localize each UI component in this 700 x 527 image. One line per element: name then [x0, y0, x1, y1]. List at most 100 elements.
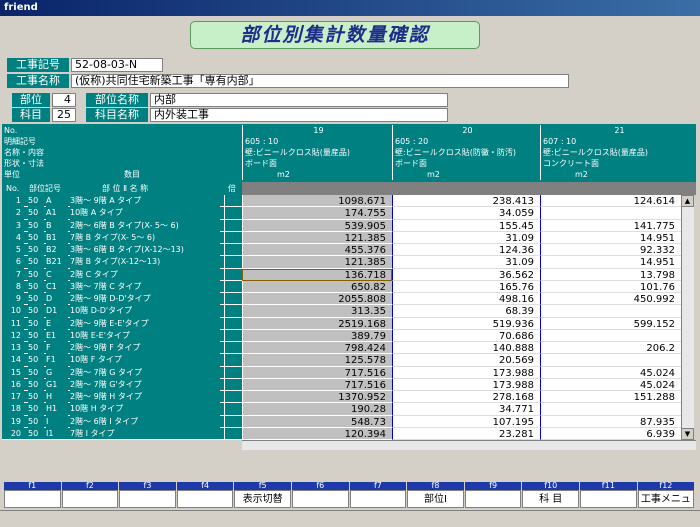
cell-col20[interactable]: 107.195	[392, 415, 540, 428]
cell-col20[interactable]: 124.36	[392, 244, 540, 257]
cell-col19[interactable]: 174.755	[242, 207, 392, 220]
row-bui-name: 2階～ 9階 H タイプ	[70, 390, 220, 402]
fkey-f11-button[interactable]	[580, 490, 637, 508]
cell-col21[interactable]	[540, 403, 681, 416]
fkey-f2-button[interactable]	[61, 490, 119, 508]
cell-col21[interactable]	[540, 305, 681, 318]
cell-col21[interactable]: 92.332	[540, 244, 681, 257]
cell-col21[interactable]: 101.76	[540, 280, 681, 293]
cell-col19[interactable]: 455.376	[242, 244, 392, 257]
cell-col19[interactable]: 313.35	[242, 305, 392, 318]
cell-col19[interactable]: 1098.671	[242, 195, 392, 208]
cell-col20[interactable]: 31.09	[392, 256, 540, 269]
cell-col21[interactable]: 87.935	[540, 415, 681, 428]
cell-col20[interactable]: 68.39	[392, 305, 540, 318]
cell-col19[interactable]: 798.424	[242, 342, 392, 355]
cell-col20[interactable]: 173.988	[392, 366, 540, 379]
cell-col19[interactable]: 548.73	[242, 415, 392, 428]
cell-col19[interactable]: 125.578	[242, 354, 392, 367]
cell-col21[interactable]: 45.024	[540, 378, 681, 391]
cell-col21[interactable]	[540, 354, 681, 367]
cell-col19[interactable]: 2055.808	[242, 293, 392, 306]
row-bui-a: 50	[28, 377, 44, 390]
row-no: 10	[2, 304, 24, 317]
cell-col19[interactable]: 650.82	[242, 280, 392, 293]
cell-col20[interactable]: 519.936	[392, 317, 540, 330]
cell-col20[interactable]: 23.281	[392, 427, 540, 440]
cell-col19[interactable]: 717.516	[242, 366, 392, 379]
scroll-up-arrow-icon[interactable]: ▲	[681, 195, 694, 207]
row-bai	[224, 378, 242, 390]
column-shape-1: ボード面	[242, 158, 392, 169]
koji-kigo-field[interactable]: 52-08-03-N	[71, 58, 163, 72]
cell-col19[interactable]: 190.28	[242, 403, 392, 416]
bui-meisho-field: 内部	[150, 93, 448, 107]
cell-col19[interactable]: 389.79	[242, 329, 392, 342]
row-bai	[224, 354, 242, 366]
cell-col21[interactable]: 14.951	[540, 231, 681, 244]
cell-col20[interactable]: 498.16	[392, 293, 540, 306]
row-bui-name: 2階～ 6階 B タイプ(X- 5～ 6)	[70, 218, 220, 231]
row-bai	[224, 366, 242, 378]
row-bui-a: 50	[28, 267, 44, 280]
cell-col21[interactable]: 45.024	[540, 366, 681, 379]
cell-col21[interactable]	[540, 207, 681, 220]
row-no: 15	[2, 365, 24, 378]
totals-row	[242, 182, 696, 195]
fkey-f3-button[interactable]	[119, 490, 176, 508]
cell-col20[interactable]: 278.168	[392, 391, 540, 404]
bui-field[interactable]: 4	[52, 93, 76, 107]
fkey-f10-button[interactable]: 科 目	[522, 490, 579, 508]
cell-col20[interactable]: 20.569	[392, 354, 540, 367]
fkey-f6-button[interactable]	[292, 490, 349, 508]
fkey-f7-button[interactable]	[349, 490, 407, 508]
cell-col20[interactable]: 165.76	[392, 280, 540, 293]
cell-col21[interactable]: 14.951	[540, 256, 681, 269]
cell-col20[interactable]: 70.686	[392, 329, 540, 342]
row-bui-name: 10階 H タイプ	[70, 402, 220, 415]
kamoku-field[interactable]: 25	[52, 108, 76, 122]
cell-col20[interactable]: 31.09	[392, 231, 540, 244]
vertical-scrollbar[interactable]	[681, 195, 694, 440]
cell-col19[interactable]: 136.718	[242, 268, 392, 281]
horizontal-scrollbar[interactable]	[242, 440, 696, 450]
cell-col20[interactable]: 238.413	[392, 195, 540, 208]
fkey-f8-button[interactable]: 部位Ⅰ	[407, 490, 464, 508]
fkey-f1-button[interactable]	[4, 490, 61, 508]
cell-col19[interactable]: 121.385	[242, 256, 392, 269]
row-bui-b: I1	[46, 426, 68, 439]
cell-col19[interactable]: 120.394	[242, 427, 392, 440]
cell-col21[interactable]: 151.288	[540, 391, 681, 404]
cell-col21[interactable]: 124.614	[540, 195, 681, 208]
cell-col21[interactable]: 141.775	[540, 219, 681, 232]
fkey-f9-button[interactable]	[464, 490, 522, 508]
cell-col21[interactable]: 6.939	[540, 427, 681, 440]
cell-col19[interactable]: 1370.952	[242, 391, 392, 404]
cell-col20[interactable]: 34.771	[392, 403, 540, 416]
row-bui-a: 50	[28, 230, 44, 243]
cell-col20[interactable]: 173.988	[392, 378, 540, 391]
row-bui-a: 50	[28, 414, 44, 427]
fkey-f4-button[interactable]	[176, 490, 234, 508]
cell-col21[interactable]: 450.992	[540, 293, 681, 306]
row-bui-a: 50	[28, 353, 44, 366]
row-bui-name: 3階～ 6階 B タイプ(X-12～13)	[70, 243, 220, 255]
cell-col20[interactable]: 140.888	[392, 342, 540, 355]
scroll-down-arrow-icon[interactable]: ▼	[681, 428, 694, 440]
cell-col20[interactable]: 155.45	[392, 219, 540, 232]
cell-col20[interactable]: 34.059	[392, 207, 540, 220]
cell-col20[interactable]: 36.562	[392, 268, 540, 281]
cell-col19[interactable]: 539.905	[242, 219, 392, 232]
cell-col19[interactable]: 717.516	[242, 378, 392, 391]
row-bui-name: 7階 B タイプ(X-12～13)	[70, 255, 220, 268]
cell-col21[interactable]: 599.152	[540, 317, 681, 330]
fkey-f5-button[interactable]: 表示切替	[234, 490, 291, 508]
cell-col21[interactable]	[540, 329, 681, 342]
cell-col21[interactable]: 13.798	[540, 268, 681, 281]
fkey-f12-button[interactable]: 工事メニュー	[637, 490, 695, 523]
cell-col19[interactable]: 121.385	[242, 231, 392, 244]
cell-col21[interactable]: 206.2	[540, 342, 681, 355]
cell-col19[interactable]: 2519.168	[242, 317, 392, 330]
row-bui-a: 50	[28, 292, 44, 304]
row-bai	[224, 293, 242, 305]
